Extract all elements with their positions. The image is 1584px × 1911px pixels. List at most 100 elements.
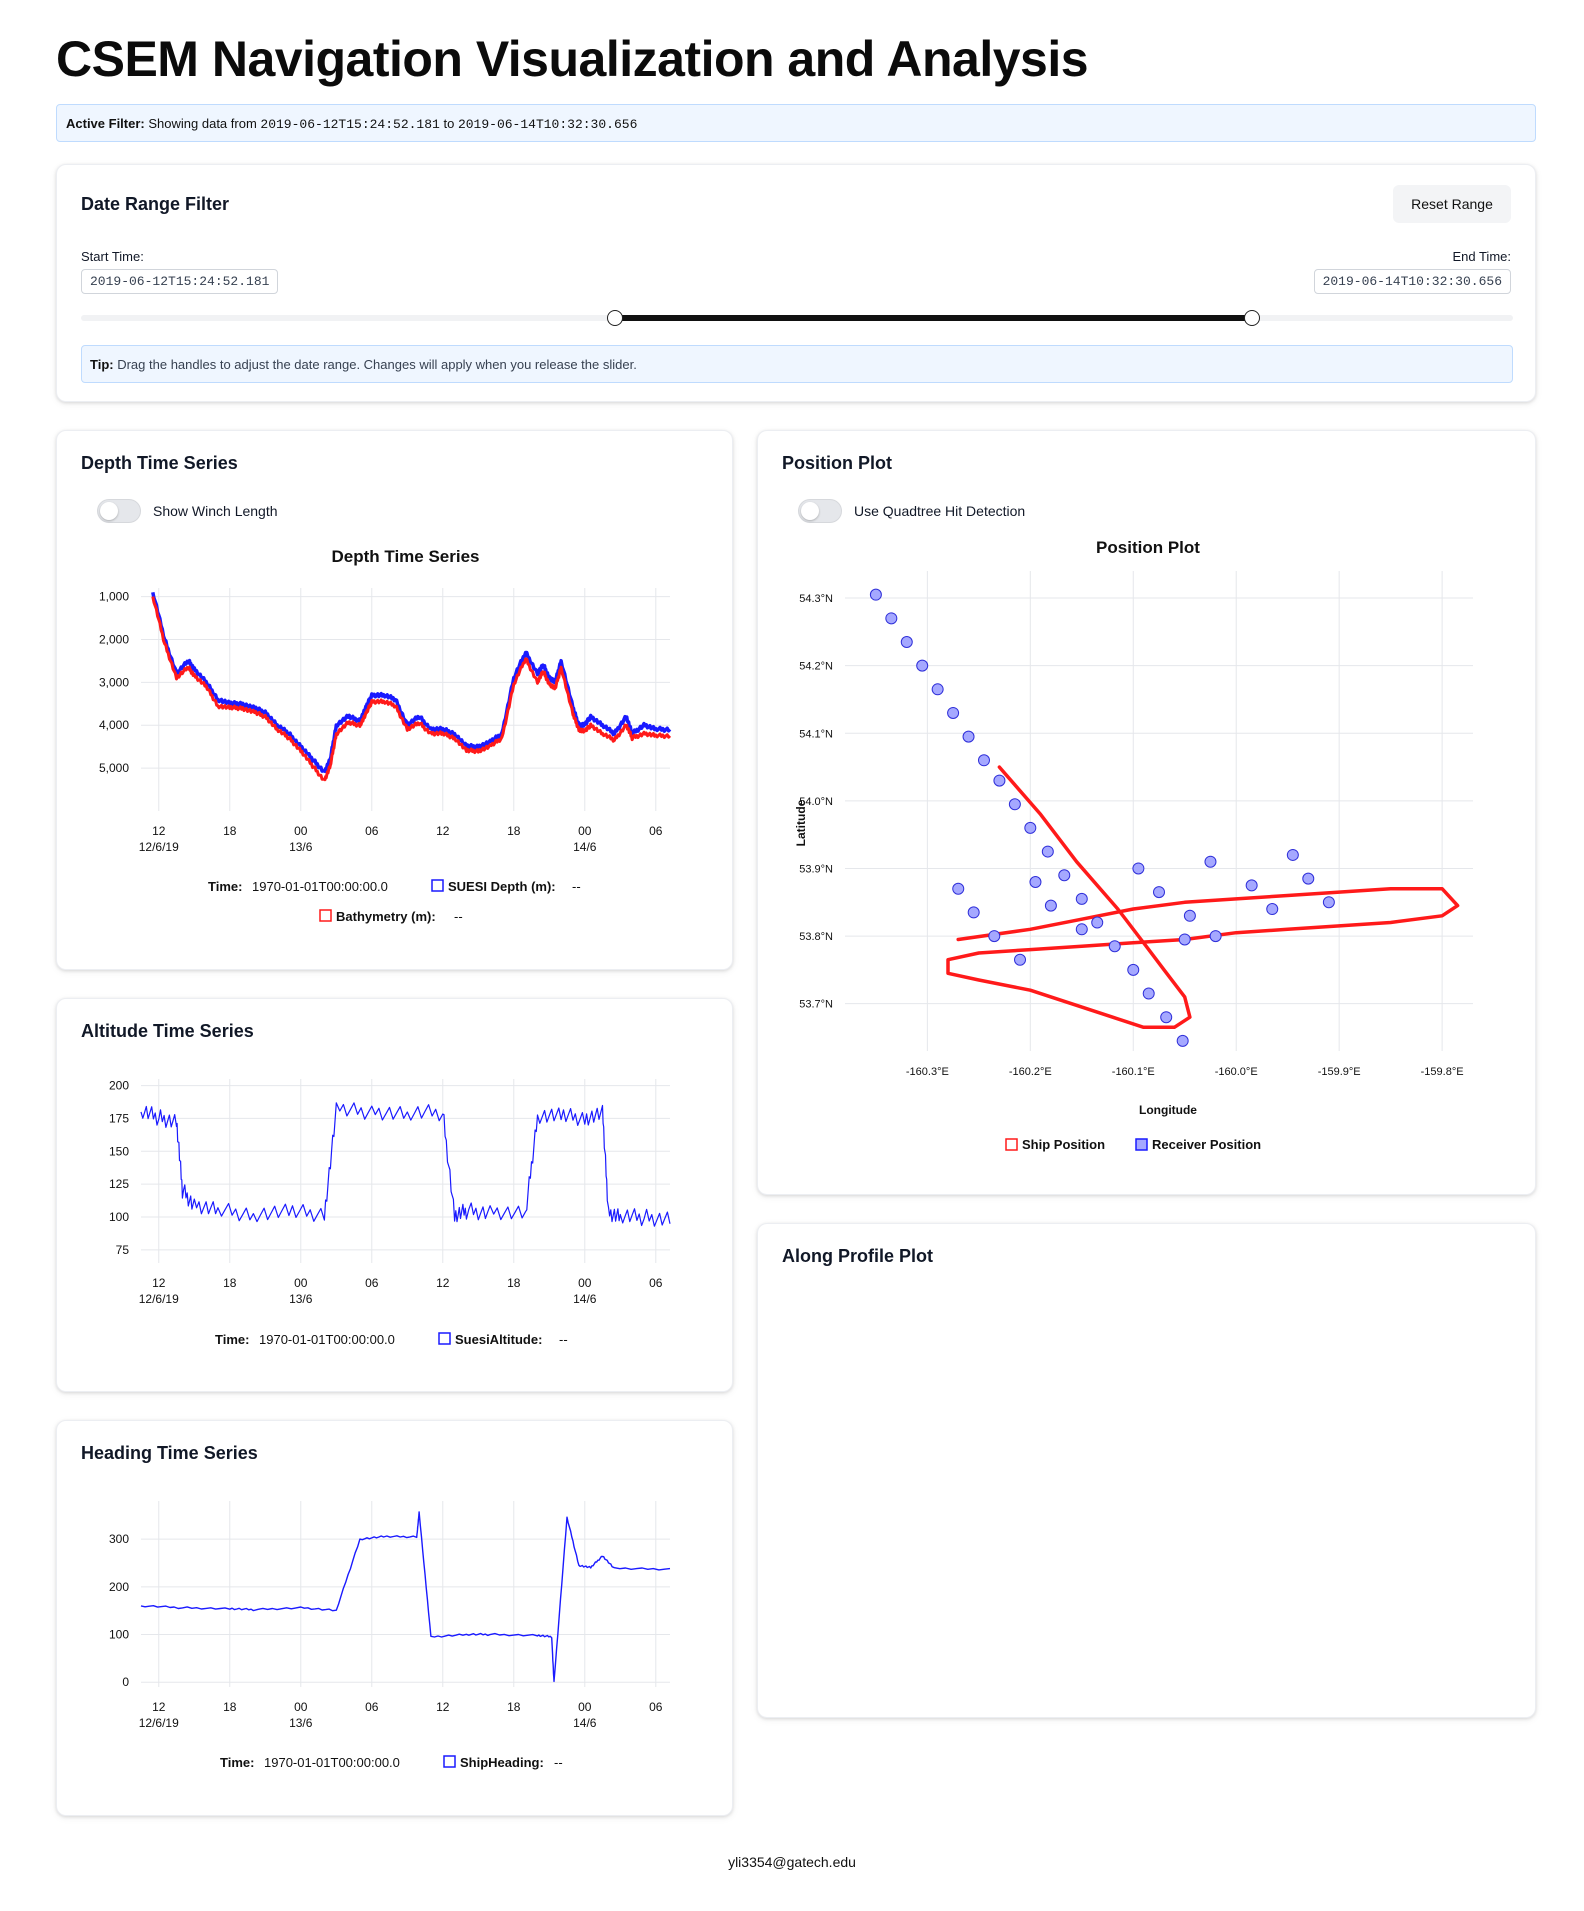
series-line-1 <box>140 1102 671 1227</box>
receiver-point <box>1160 1011 1173 1024</box>
position-chart[interactable]: Position Plot -160.3°E -160.2°E -160.1°E -16… <box>758 431 1537 1196</box>
x-tick-sublabel: 13/6 <box>289 1716 313 1730</box>
x-tick-label: 06 <box>649 1276 663 1290</box>
end-time-value: 2019-06-14T10:32:30.656 <box>1313 269 1511 294</box>
chart-title: Depth Time Series <box>331 547 479 566</box>
x-tick-label: -159.8°E <box>1421 1066 1464 1078</box>
receiver-point <box>1058 869 1071 882</box>
legend-swatch <box>319 909 332 922</box>
active-filter-label: Active Filter: <box>66 116 145 131</box>
y-tick-label: 3,000 <box>99 675 129 689</box>
y-tick-label: 175 <box>109 1111 129 1125</box>
depth-chart[interactable]: Depth Time Series 12 18 00 06 12 18 00 06 12/6/19… <box>57 431 734 971</box>
legend-series-label: SUESI Depth (m): <box>448 879 556 894</box>
y-tick-label: 54.2°N <box>799 661 833 673</box>
receiver-point <box>1266 903 1279 916</box>
x-tick-label: -160.0°E <box>1215 1066 1258 1078</box>
x-tick-sublabel: 12/6/19 <box>139 840 179 854</box>
page-title: CSEM Navigation Visualization and Analys… <box>56 31 1089 87</box>
x-tick-label: 12 <box>436 824 450 838</box>
receiver-point <box>1075 892 1088 905</box>
x-tick-sublabel: 14/6 <box>573 1716 597 1730</box>
x-tick-label: 00 <box>294 1276 308 1290</box>
receiver-point <box>900 635 913 648</box>
y-tick-label: 53.7°N <box>799 999 833 1011</box>
legend-series-value: -- <box>559 1332 568 1347</box>
altitude-chart[interactable]: 12 18 00 06 12 18 00 06 12/6/19 13/6 14/6 75 100 125 1… <box>57 999 734 1393</box>
x-tick-sublabel: 12/6/19 <box>139 1716 179 1730</box>
x-tick-label: 00 <box>578 1276 592 1290</box>
active-filter-prefix: Showing data from <box>148 116 257 131</box>
start-time-value: 2019-06-12T15:24:52.181 <box>81 269 279 294</box>
legend-swatch-ship <box>1005 1138 1018 1151</box>
legend-time-value: 1970-01-01T00:00:00.0 <box>252 879 388 894</box>
legend-series-value: -- <box>454 909 463 924</box>
y-tick-label: 5,000 <box>99 761 129 775</box>
start-time-label: Start Time: <box>81 249 144 264</box>
y-tick-label: 4,000 <box>99 718 129 732</box>
slider-end-handle[interactable] <box>1244 310 1261 326</box>
receiver-point <box>1204 855 1217 868</box>
altitude-card: Altitude Time Series 12 18 00 06 12 18 00 06 12/… <box>56 998 733 1392</box>
y-axis-label: Latitude <box>794 799 808 846</box>
legend-time-value: 1970-01-01T00:00:00.0 <box>264 1755 400 1770</box>
position-card: Position Plot Use Quadtree Hit Detection… <box>757 430 1536 1195</box>
receiver-point <box>1132 862 1145 875</box>
receiver-point <box>1302 872 1315 885</box>
receiver-point <box>1183 909 1196 922</box>
y-tick-label: 150 <box>109 1144 129 1158</box>
footer-email: yli3354@gatech.edu <box>728 1854 856 1870</box>
heading-chart[interactable]: 12 18 00 06 12 18 00 06 12/6/19 13/6 14/6 0 100 200 30… <box>57 1421 734 1817</box>
app-root: CSEM Navigation Visualization and Analys… <box>0 0 1584 1911</box>
slider-start-handle[interactable] <box>607 310 624 326</box>
x-tick-label: 18 <box>507 1700 521 1714</box>
x-tick-label: 06 <box>365 1700 379 1714</box>
receiver-point <box>1178 933 1191 946</box>
receiver-point <box>1091 916 1104 929</box>
x-tick-label: 06 <box>649 1700 663 1714</box>
date-range-title: Date Range Filter <box>81 194 230 214</box>
date-range-card: Date Range Filter Reset Range Start Time… <box>56 164 1536 402</box>
x-tick-label: -160.3°E <box>906 1066 949 1078</box>
legend-series-value: -- <box>554 1755 563 1770</box>
tip-text: Drag the handles to adjust the date rang… <box>117 357 637 372</box>
date-range-slider-selection <box>615 315 1253 321</box>
along-profile-card: Along Profile Plot <box>757 1223 1536 1718</box>
reset-range-button[interactable]: Reset Range <box>1393 185 1511 223</box>
x-tick-label: 00 <box>578 1700 592 1714</box>
legend-series-label: ShipHeading: <box>460 1755 544 1770</box>
receiver-point <box>952 882 965 895</box>
x-tick-label: 18 <box>507 1276 521 1290</box>
receiver-point <box>885 612 898 625</box>
y-tick-label: 100 <box>109 1210 129 1224</box>
legend-series-label: Bathymetry (m): <box>336 909 436 924</box>
y-tick-label: 54.3°N <box>799 593 833 605</box>
x-tick-label: 06 <box>649 824 663 838</box>
depth-card: Depth Time Series Show Winch Length Dept… <box>56 430 733 970</box>
legend-series-value: -- <box>572 879 581 894</box>
receiver-point <box>916 659 929 672</box>
series-line-1 <box>151 591 672 774</box>
receiver-point <box>1209 930 1222 943</box>
receiver-point <box>1044 899 1057 912</box>
receiver-point <box>977 754 990 767</box>
legend-receiver-label: Receiver Position <box>1152 1137 1261 1152</box>
y-tick-label: 1,000 <box>99 590 129 604</box>
legend-series-label: SuesiAltitude: <box>455 1332 542 1347</box>
legend-ship-label: Ship Position <box>1022 1137 1105 1152</box>
y-tick-label: 100 <box>109 1628 129 1642</box>
receiver-point <box>988 930 1001 943</box>
legend-swatch <box>443 1755 456 1768</box>
x-tick-label: 18 <box>223 1700 237 1714</box>
x-tick-label: 18 <box>223 824 237 838</box>
x-tick-label: -159.9°E <box>1318 1066 1361 1078</box>
x-tick-label: 06 <box>365 824 379 838</box>
legend-swatch <box>431 879 444 892</box>
legend-time-label: Time: <box>215 1332 249 1347</box>
ship-track <box>946 765 1460 1030</box>
x-tick-label: 00 <box>294 1700 308 1714</box>
y-tick-label: 53.8°N <box>799 931 833 943</box>
active-filter-end: 2019-06-14T10:32:30.656 <box>457 117 638 132</box>
series-line-2 <box>151 596 672 782</box>
receiver-point <box>993 774 1006 787</box>
